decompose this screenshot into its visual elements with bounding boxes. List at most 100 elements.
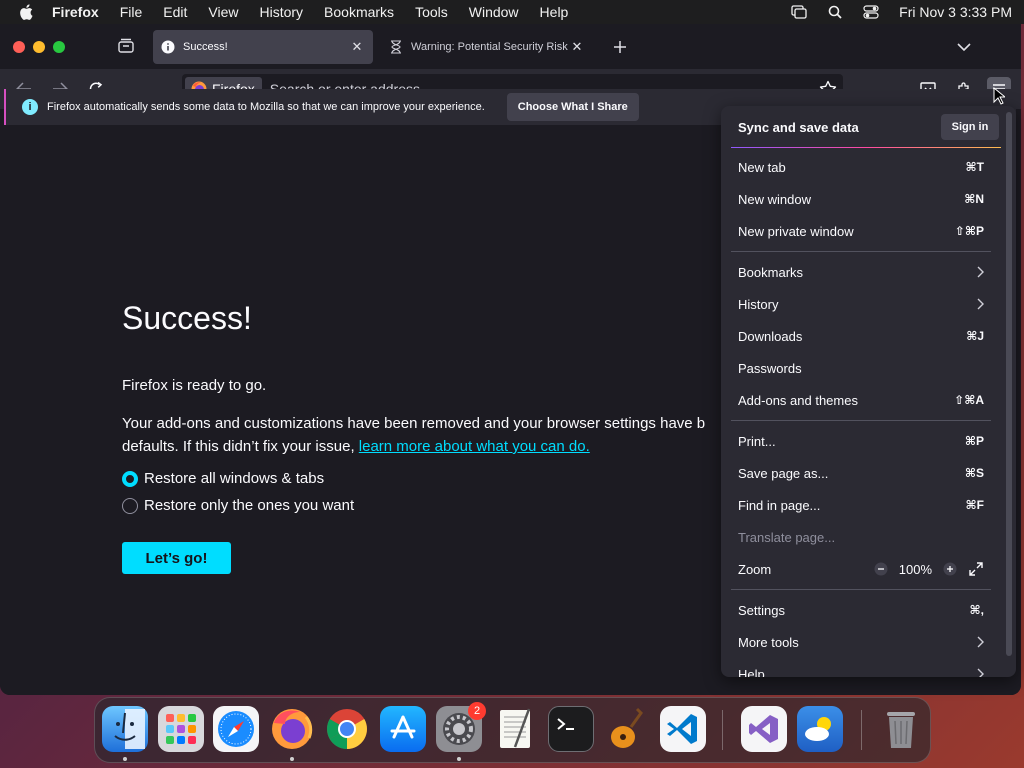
menu-item-label: More tools bbox=[738, 634, 799, 650]
menu-new-private-window[interactable]: New private window ⇧⌘P bbox=[721, 216, 1001, 246]
macos-menubar: Firefox File Edit View History Bookmarks… bbox=[0, 0, 1024, 24]
sign-in-button[interactable]: Sign in bbox=[941, 114, 999, 140]
zoom-level[interactable]: 100% bbox=[899, 562, 932, 577]
menu-item-label: Save page as... bbox=[738, 465, 829, 481]
shortcut-label: ⌘N bbox=[964, 192, 984, 206]
menu-save-page[interactable]: Save page as... ⌘S bbox=[721, 458, 1001, 488]
menu-item-label: History bbox=[738, 296, 779, 312]
menu-item-label: Add-ons and themes bbox=[738, 392, 858, 408]
firefox-view-icon[interactable] bbox=[117, 38, 135, 54]
menu-window[interactable]: Window bbox=[469, 4, 519, 20]
tab-warning[interactable]: Warning: Potential Security Risk ✕ bbox=[381, 30, 593, 64]
menubar-clock[interactable]: Fri Nov 3 3:33 PM bbox=[899, 4, 1012, 20]
menu-translate-page: Translate page... bbox=[721, 522, 1001, 552]
app-menu-panel: Sync and save data Sign in New tab ⌘T Ne… bbox=[721, 106, 1016, 677]
ready-message: Firefox is ready to go. bbox=[122, 377, 267, 394]
description-prefix: defaults. If this didn’t fix your issue, bbox=[122, 438, 359, 455]
menu-addons-themes[interactable]: Add-ons and themes ⇧⌘A bbox=[721, 385, 1001, 415]
launchpad-icon[interactable] bbox=[158, 706, 204, 752]
menu-history[interactable]: History bbox=[259, 4, 303, 20]
lets-go-button[interactable]: Let’s go! bbox=[122, 542, 231, 574]
menu-bookmarks[interactable]: Bookmarks bbox=[324, 4, 394, 20]
menu-item-label: Zoom bbox=[738, 561, 772, 577]
radio-checked[interactable] bbox=[122, 470, 138, 487]
menu-file[interactable]: File bbox=[120, 4, 143, 20]
shortcut-label: ⌘P bbox=[964, 434, 984, 448]
new-tab-icon[interactable] bbox=[611, 38, 629, 56]
menu-item-label: Passwords bbox=[738, 360, 802, 376]
menu-item-label: Print... bbox=[738, 433, 776, 449]
tab-title: Warning: Potential Security Risk bbox=[411, 41, 568, 53]
weather-icon[interactable] bbox=[797, 706, 843, 752]
menu-tools[interactable]: Tools bbox=[415, 4, 448, 20]
dock-divider bbox=[722, 710, 723, 750]
menu-settings[interactable]: Settings ⌘, bbox=[721, 595, 1001, 625]
menu-help[interactable]: Help bbox=[721, 659, 1001, 677]
running-indicator bbox=[290, 757, 294, 761]
description-line-1: Your add-ons and customizations have bee… bbox=[122, 415, 706, 432]
close-window-button[interactable] bbox=[13, 40, 25, 53]
menu-zoom: Zoom 100% bbox=[721, 554, 1001, 584]
minimize-window-button[interactable] bbox=[33, 40, 45, 53]
menu-find-in-page[interactable]: Find in page... ⌘F bbox=[721, 490, 1001, 520]
apple-icon[interactable] bbox=[18, 4, 34, 20]
menu-bookmarks[interactable]: Bookmarks bbox=[721, 257, 1001, 287]
sync-row: Sync and save data Sign in bbox=[721, 106, 1016, 148]
menu-item-label: New tab bbox=[738, 159, 786, 175]
page-title: Success! bbox=[122, 300, 252, 336]
restore-all-label: Restore all windows & tabs bbox=[144, 470, 325, 487]
radio-unchecked[interactable] bbox=[122, 497, 138, 514]
running-indicator bbox=[457, 757, 461, 761]
menu-edit[interactable]: Edit bbox=[163, 4, 187, 20]
chevron-down-icon[interactable] bbox=[955, 38, 973, 56]
safari-icon[interactable] bbox=[213, 706, 259, 752]
zoom-out-button[interactable] bbox=[873, 561, 889, 577]
fullscreen-icon[interactable] bbox=[968, 561, 984, 577]
app-store-icon[interactable] bbox=[380, 706, 426, 752]
menu-passwords[interactable]: Passwords bbox=[721, 353, 1001, 383]
learn-more-link[interactable]: learn more about what you can do. bbox=[359, 438, 590, 455]
menu-more-tools[interactable]: More tools bbox=[721, 627, 1001, 657]
vscode-icon[interactable] bbox=[660, 706, 706, 752]
menu-new-tab[interactable]: New tab ⌘T bbox=[721, 152, 1001, 182]
menu-app-name[interactable]: Firefox bbox=[52, 4, 99, 20]
hourglass-icon bbox=[389, 40, 403, 54]
garageband-icon[interactable] bbox=[604, 706, 650, 752]
finder-icon[interactable] bbox=[102, 706, 148, 752]
chevron-right-icon bbox=[974, 636, 984, 648]
terminal-icon[interactable] bbox=[548, 706, 594, 752]
close-tab-icon[interactable]: ✕ bbox=[349, 39, 365, 55]
chevron-right-icon bbox=[974, 266, 984, 278]
spotlight-search-icon[interactable] bbox=[827, 5, 843, 19]
choose-what-i-share-button[interactable]: Choose What I Share bbox=[506, 93, 639, 121]
restore-all-option[interactable]: Restore all windows & tabs bbox=[122, 470, 324, 487]
chrome-icon[interactable] bbox=[324, 706, 370, 752]
menu-downloads[interactable]: Downloads ⌘J bbox=[721, 321, 1001, 351]
menu-print[interactable]: Print... ⌘P bbox=[721, 426, 1001, 456]
menu-view[interactable]: View bbox=[208, 4, 238, 20]
info-icon: i bbox=[22, 99, 38, 115]
menu-help[interactable]: Help bbox=[540, 4, 569, 20]
menu-scrollbar[interactable] bbox=[1006, 112, 1012, 656]
system-settings-icon[interactable]: 2 bbox=[436, 702, 486, 752]
textedit-icon[interactable] bbox=[492, 706, 538, 752]
tab-title: Success! bbox=[183, 41, 228, 53]
zoom-in-button[interactable] bbox=[942, 561, 958, 577]
shortcut-label: ⌘F bbox=[965, 498, 984, 512]
tab-success[interactable]: Success! ✕ bbox=[153, 30, 373, 64]
firefox-icon[interactable] bbox=[269, 706, 315, 752]
info-icon bbox=[161, 40, 175, 54]
visual-studio-icon[interactable] bbox=[741, 706, 787, 752]
menu-new-window[interactable]: New window ⌘N bbox=[721, 184, 1001, 214]
restore-some-label: Restore only the ones you want bbox=[144, 497, 355, 514]
chevron-right-icon bbox=[974, 668, 984, 677]
control-center-icon[interactable] bbox=[863, 5, 879, 19]
zoom-window-button[interactable] bbox=[53, 40, 65, 53]
trash-icon[interactable] bbox=[878, 706, 924, 752]
menu-item-label: Downloads bbox=[738, 328, 803, 344]
restore-some-option[interactable]: Restore only the ones you want bbox=[122, 497, 354, 514]
close-tab-icon[interactable]: ✕ bbox=[569, 39, 585, 55]
screen-mirroring-icon[interactable] bbox=[791, 5, 807, 19]
description-line-2: defaults. If this didn’t fix your issue,… bbox=[122, 435, 742, 458]
menu-history[interactable]: History bbox=[721, 289, 1001, 319]
